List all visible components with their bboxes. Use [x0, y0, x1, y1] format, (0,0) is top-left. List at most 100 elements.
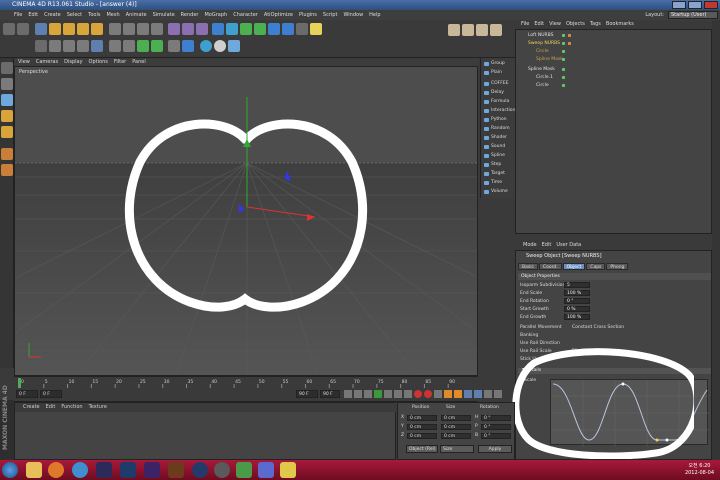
object-row-circle-1[interactable]: Circle.1: [516, 74, 713, 81]
scale-key-icon[interactable]: [454, 390, 462, 398]
palette-shader[interactable]: Shader: [483, 134, 515, 142]
texture-tool-icon[interactable]: [1, 148, 13, 160]
right-panel-tabs[interactable]: [712, 20, 720, 460]
check-use-rail-direction[interactable]: Use Rail Direction: [520, 340, 560, 347]
preview-end-field[interactable]: 90 F: [320, 390, 340, 398]
objmgr-menu-bookmarks[interactable]: Bookmarks: [606, 20, 634, 29]
layout-switch-icon-3[interactable]: [476, 24, 488, 36]
messenger-icon[interactable]: [280, 462, 296, 478]
menu-script[interactable]: Script: [323, 12, 338, 18]
axis-mode-icon[interactable]: [123, 40, 135, 52]
menu-mograph[interactable]: MoGraph: [204, 12, 227, 18]
explorer-icon[interactable]: [26, 462, 42, 478]
objmgr-menu-view[interactable]: View: [549, 20, 561, 29]
start-frame-field[interactable]: 0 F: [40, 390, 62, 398]
edit-mode-icon[interactable]: [1, 62, 13, 74]
position-key-icon[interactable]: [444, 390, 452, 398]
play-icon[interactable]: [374, 390, 382, 398]
go-to-start-icon[interactable]: [344, 390, 352, 398]
attr-menu-edit[interactable]: Edit: [542, 241, 552, 250]
tab-caps[interactable]: Caps: [586, 263, 606, 270]
deformer-icon[interactable]: [268, 23, 280, 35]
live-selection-icon[interactable]: [35, 23, 47, 35]
photoshop-icon[interactable]: [120, 462, 136, 478]
end-frame-field[interactable]: 90 F: [296, 390, 318, 398]
coordinate-system-icon[interactable]: [151, 23, 163, 35]
pla-key-icon[interactable]: [484, 390, 492, 398]
tab-phong[interactable]: Phong: [606, 263, 629, 270]
scale-icon[interactable]: [63, 23, 75, 35]
menu-plugins[interactable]: Plugins: [299, 12, 317, 18]
edges-tool-icon[interactable]: [1, 110, 13, 122]
previous-frame-icon[interactable]: [364, 390, 372, 398]
render-picture-viewer-icon[interactable]: [182, 23, 194, 35]
check-parallel-movement[interactable]: Parallel Movement: [520, 324, 562, 331]
menu-tools[interactable]: Tools: [88, 12, 100, 18]
size-z-field[interactable]: 0 cm: [441, 433, 471, 439]
mat-menu-create[interactable]: Create: [23, 403, 40, 412]
menu-atioptimize[interactable]: AtiOptimize: [264, 12, 293, 18]
nurbs-icon[interactable]: [240, 23, 252, 35]
palette-time[interactable]: Time: [483, 179, 515, 187]
size-mode-dropdown[interactable]: Size: [440, 445, 474, 453]
pen-icon[interactable]: [226, 23, 238, 35]
environment-icon[interactable]: [214, 40, 226, 52]
menu-render[interactable]: Render: [181, 12, 199, 18]
objmgr-menu-file[interactable]: File: [521, 20, 529, 29]
viewport-menu-filter[interactable]: Filter: [114, 58, 126, 66]
menu-character[interactable]: Character: [233, 12, 258, 18]
palette-plain[interactable]: Plain: [483, 69, 515, 77]
x-axis-icon[interactable]: [109, 23, 121, 35]
keyframe-selection-icon[interactable]: [434, 390, 442, 398]
move-icon[interactable]: [49, 23, 61, 35]
menu-create[interactable]: Create: [44, 12, 61, 18]
palette-spline[interactable]: Spline: [483, 152, 515, 160]
texture-mode-icon[interactable]: [109, 40, 121, 52]
polygon-tool-icon[interactable]: [1, 78, 13, 90]
position-x-field[interactable]: 0 cm: [407, 415, 437, 421]
premiere-icon[interactable]: [144, 462, 160, 478]
undo-icon[interactable]: [3, 23, 15, 35]
mat-menu-edit[interactable]: Edit: [46, 403, 56, 412]
tab-object[interactable]: Object: [562, 263, 586, 270]
light-icon[interactable]: [310, 23, 322, 35]
y-axis-icon[interactable]: [123, 23, 135, 35]
layout-switch-icon-4[interactable]: [490, 24, 502, 36]
end-rotation-field[interactable]: 0 °: [564, 298, 590, 304]
make-editable-icon[interactable]: [35, 40, 47, 52]
end-scale-field[interactable]: 100 %: [564, 290, 590, 296]
menu-help[interactable]: Help: [369, 12, 380, 18]
viewport[interactable]: Perspective: [14, 66, 478, 376]
go-to-end-icon[interactable]: [404, 390, 412, 398]
record-icon[interactable]: [414, 390, 422, 398]
previous-key-icon[interactable]: [354, 390, 362, 398]
layout-switch-icon-1[interactable]: [448, 24, 460, 36]
menu-edit[interactable]: Edit: [28, 12, 38, 18]
palette-delay[interactable]: Delay: [483, 89, 515, 97]
attr-menu-user-data[interactable]: User Data: [556, 241, 581, 250]
coordinate-mode-dropdown[interactable]: Object (Rel): [406, 445, 438, 453]
object-row-sweep-nurbs[interactable]: Sweep NURBS: [516, 40, 713, 47]
palette-python[interactable]: Python: [483, 116, 515, 124]
position-y-field[interactable]: 0 cm: [407, 424, 437, 430]
close-button[interactable]: [704, 1, 718, 9]
z-axis-icon[interactable]: [137, 23, 149, 35]
next-frame-icon[interactable]: [384, 390, 392, 398]
cinema4d-active-icon[interactable]: [214, 462, 230, 478]
camera-icon[interactable]: [296, 23, 308, 35]
render-settings-icon[interactable]: [196, 23, 208, 35]
end-growth-field[interactable]: 100 %: [564, 314, 590, 320]
start-button-icon[interactable]: [2, 462, 18, 478]
viewport-menu-cameras[interactable]: Cameras: [36, 58, 58, 66]
menu-mesh[interactable]: Mesh: [106, 12, 119, 18]
parameter-key-icon[interactable]: [474, 390, 482, 398]
size-x-field[interactable]: 0 cm: [441, 415, 471, 421]
object-row-loft-nurbs[interactable]: Loft NURBS: [516, 32, 713, 39]
recent-tool-icon[interactable]: [91, 23, 103, 35]
workplane-icon[interactable]: [168, 40, 180, 52]
render-view-icon[interactable]: [168, 23, 180, 35]
mat-menu-texture[interactable]: Texture: [89, 403, 107, 412]
object-row-circle[interactable]: Circle: [516, 48, 713, 55]
grid-icon[interactable]: [182, 40, 194, 52]
apply-button[interactable]: Apply: [478, 445, 512, 453]
